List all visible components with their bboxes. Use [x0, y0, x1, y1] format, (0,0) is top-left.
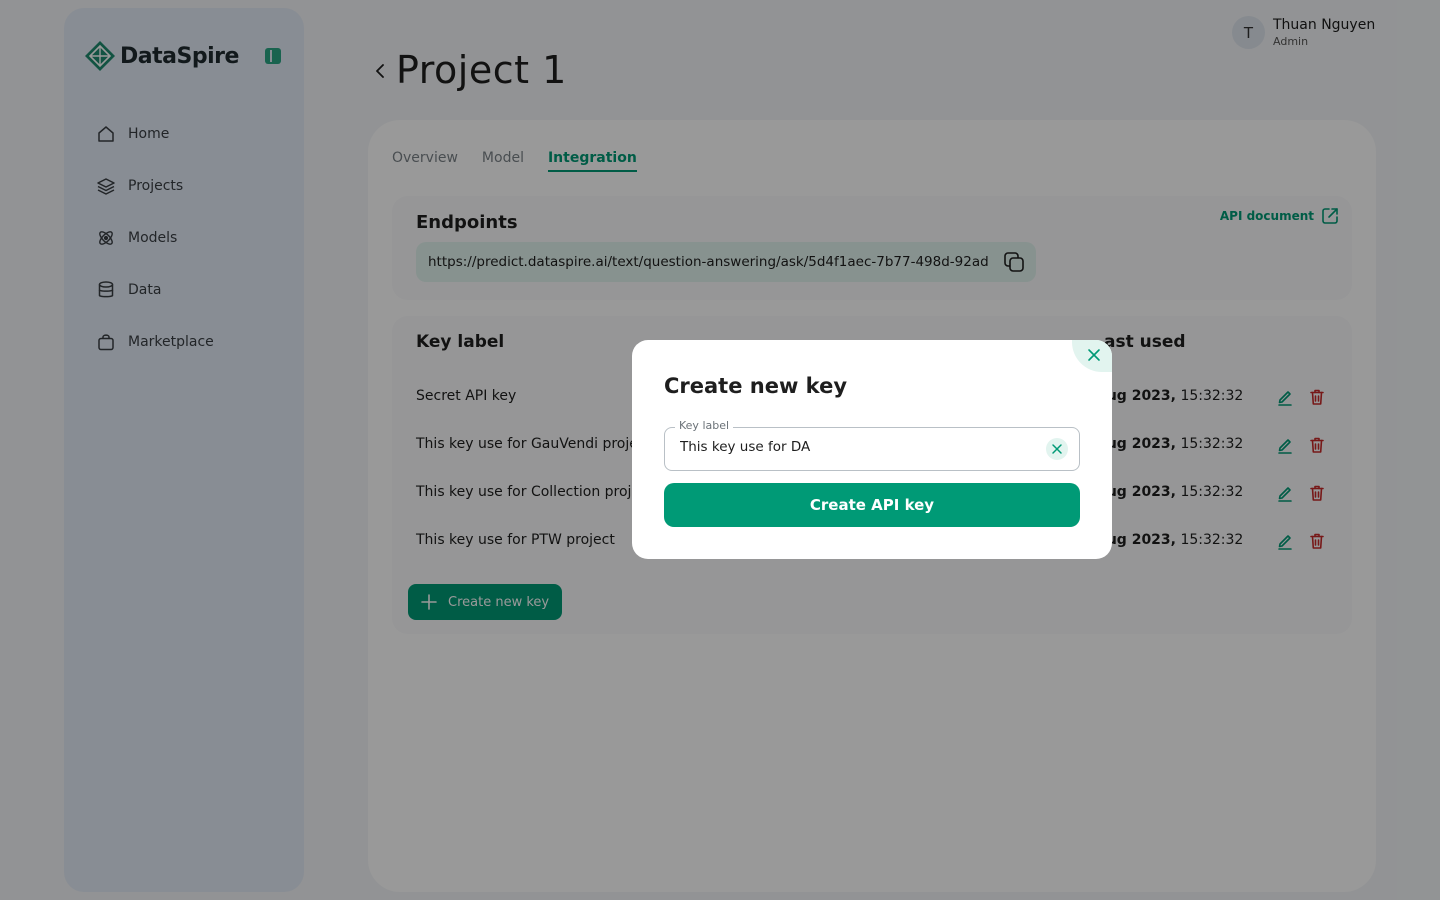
create-key-dialog: Create new key Key label Create API key — [632, 340, 1112, 559]
dialog-title: Create new key — [664, 374, 848, 398]
close-icon — [1088, 349, 1100, 361]
clear-input-button[interactable] — [1046, 438, 1068, 460]
key-label-field: Key label — [664, 419, 1080, 471]
key-label-field-label: Key label — [675, 419, 734, 432]
create-api-key-button[interactable]: Create API key — [664, 483, 1080, 527]
clear-icon — [1052, 444, 1062, 454]
key-label-input[interactable] — [680, 439, 1030, 455]
close-dialog-button[interactable] — [1072, 340, 1112, 372]
